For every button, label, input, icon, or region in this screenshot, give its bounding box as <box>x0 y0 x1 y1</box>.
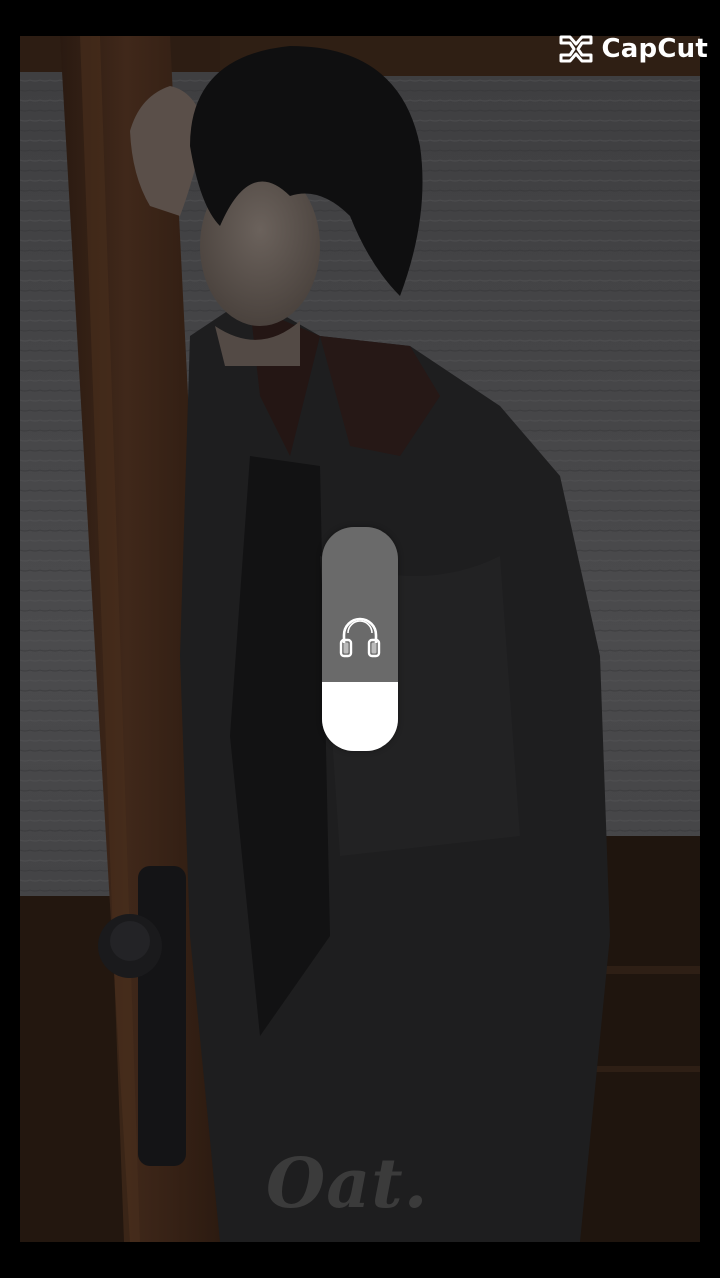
volume-slider[interactable] <box>322 527 398 751</box>
photo-caption: Oat. <box>266 1144 429 1224</box>
capcut-brand-text: CapCut <box>601 34 708 64</box>
capcut-watermark: CapCut <box>558 32 708 66</box>
headphones-icon <box>339 617 381 658</box>
volume-level-fill <box>322 681 398 751</box>
capcut-logo-icon <box>559 35 593 63</box>
screen: CapCut Oat. <box>0 0 720 1278</box>
